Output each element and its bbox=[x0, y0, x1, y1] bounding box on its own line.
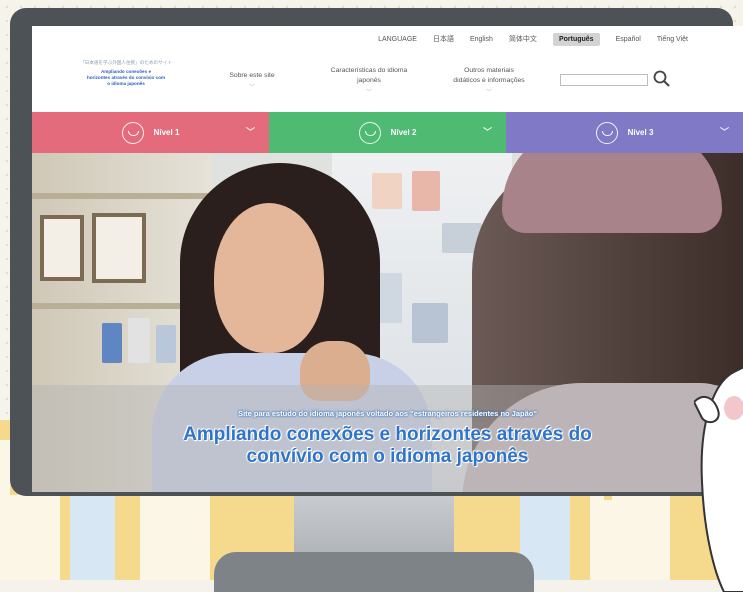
search-input[interactable] bbox=[560, 74, 648, 86]
hero-banner: Site para estudo do idioma japonês volta… bbox=[32, 153, 743, 492]
website-screen: LANGUAGE 日本語 English 简体中文 Português Espa… bbox=[32, 26, 743, 492]
level-icon bbox=[121, 121, 144, 144]
lang-english[interactable]: English bbox=[470, 36, 493, 43]
chevron-down-icon: ﹀ bbox=[719, 127, 729, 137]
nav-about-label: Sobre este site bbox=[229, 72, 275, 79]
hero-caption: Site para estudo do idioma japonês volta… bbox=[32, 385, 743, 492]
search-icon[interactable] bbox=[652, 69, 672, 89]
nav-about[interactable]: Sobre este site ﹀ bbox=[212, 52, 292, 112]
nav-characteristics-label-2: japonês bbox=[357, 77, 381, 84]
hero-title-line1: Ampliando conexões e horizontes através … bbox=[183, 424, 592, 445]
site-logo[interactable]: 「日本語を学ぶ外国人住民」のためのサイト Ampliando conexões … bbox=[66, 60, 186, 87]
nav-other-materials[interactable]: Outros materiais didáticos e informações… bbox=[434, 52, 544, 112]
cat-mascot bbox=[694, 366, 743, 592]
chevron-down-icon: ﹀ bbox=[248, 85, 255, 91]
level-icon bbox=[595, 121, 618, 144]
chevron-down-icon: ﹀ bbox=[245, 127, 255, 137]
chevron-down-icon: ﹀ bbox=[482, 127, 492, 137]
level-tabs: Nível 1 ﹀ Nível 2 ﹀ Nível 3 ﹀ bbox=[32, 112, 743, 153]
nav-characteristics-label-1: Características do idioma bbox=[330, 67, 408, 74]
lang-japanese[interactable]: 日本語 bbox=[433, 34, 454, 44]
hero-foreground-hat bbox=[502, 153, 722, 233]
tab-level-1[interactable]: Nível 1 ﹀ bbox=[32, 112, 269, 153]
logo-tagline: 「日本語を学ぶ外国人住民」のためのサイト bbox=[80, 60, 172, 65]
monitor-stand bbox=[294, 492, 454, 554]
level-icon bbox=[358, 121, 381, 144]
lang-vietnamese[interactable]: Tiếng Việt bbox=[657, 36, 688, 43]
level-3-label: Nível 3 bbox=[627, 128, 654, 137]
chevron-down-icon: ﹀ bbox=[365, 90, 372, 96]
level-1-label: Nível 1 bbox=[153, 128, 180, 137]
language-bar: LANGUAGE 日本語 English 简体中文 Português Espa… bbox=[32, 26, 743, 52]
hero-subtitle: Site para estudo do idioma japonês volta… bbox=[238, 409, 537, 418]
lang-portuguese[interactable]: Português bbox=[552, 32, 600, 46]
lang-spanish[interactable]: Español bbox=[616, 36, 641, 43]
lang-label: LANGUAGE bbox=[378, 35, 417, 43]
nav-materials-label-1: Outros materiais bbox=[464, 67, 514, 74]
logo-name-line3: o idioma japonês bbox=[107, 81, 145, 86]
lang-chinese[interactable]: 简体中文 bbox=[509, 34, 537, 44]
hero-person-face bbox=[214, 203, 324, 353]
tab-level-2[interactable]: Nível 2 ﹀ bbox=[269, 112, 506, 153]
nav-materials-label-2: didáticos e informações bbox=[453, 77, 525, 84]
tab-level-3[interactable]: Nível 3 ﹀ bbox=[506, 112, 743, 153]
level-2-label: Nível 2 bbox=[390, 128, 417, 137]
chevron-down-icon: ﹀ bbox=[485, 90, 492, 96]
nav-characteristics[interactable]: Características do idioma japonês ﹀ bbox=[314, 52, 424, 112]
monitor-base bbox=[214, 552, 534, 592]
hero-title-line2: convívio com o idioma japonês bbox=[246, 446, 529, 467]
site-header: 「日本語を学ぶ外国人住民」のためのサイト Ampliando conexões … bbox=[32, 52, 743, 112]
